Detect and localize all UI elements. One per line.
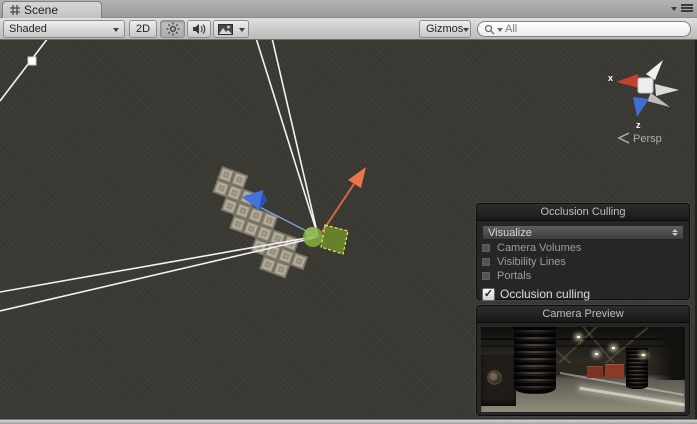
axis-cone-gray-icon[interactable] xyxy=(647,93,670,107)
preview-right-wall xyxy=(652,327,685,380)
projection-mode-label[interactable]: Persp xyxy=(633,133,662,145)
chevron-down-icon xyxy=(463,27,470,35)
gizmos-dropdown[interactable]: Gizmos xyxy=(419,20,471,38)
search-input[interactable]: All xyxy=(477,21,691,37)
preview-light xyxy=(576,336,580,339)
visualize-label: Visualize xyxy=(488,226,532,239)
level-geometry[interactable] xyxy=(188,166,344,304)
viz-item-visibility-lines[interactable]: Visibility Lines xyxy=(482,255,684,268)
preview-crate xyxy=(587,366,604,378)
axis-x-label: x xyxy=(608,73,613,83)
chevron-down-icon xyxy=(239,27,245,35)
preview-light xyxy=(642,354,646,357)
popup-arrows-icon xyxy=(672,229,678,236)
frustum-handle-square[interactable] xyxy=(27,56,37,66)
hamburger-icon xyxy=(681,4,693,14)
chevron-down-icon xyxy=(113,27,119,35)
camera-preview-panel: Camera Preview xyxy=(476,305,690,416)
axis-cone-z-icon[interactable] xyxy=(633,97,649,117)
shading-mode-label: Shaded xyxy=(9,23,47,35)
scene-toolbar: Shaded 2D Gizmos All xyxy=(0,18,697,40)
viz-item-label: Portals xyxy=(497,269,532,282)
gizmos-label: Gizmos xyxy=(426,23,464,35)
effects-toggle-button[interactable] xyxy=(213,20,237,38)
viz-item-camera-volumes[interactable]: Camera Volumes xyxy=(482,241,684,254)
sun-icon xyxy=(166,22,179,36)
move-gizmo-arrow-icon[interactable] xyxy=(348,167,366,188)
panel-menu-icon[interactable] xyxy=(671,3,693,15)
axis-cone-x-icon[interactable] xyxy=(616,74,639,88)
visualize-dropdown[interactable]: Visualize xyxy=(482,225,684,240)
search-icon xyxy=(484,24,495,34)
2d-label: 2D xyxy=(135,23,151,35)
preview-light xyxy=(595,352,599,355)
tab-scene[interactable]: Scene xyxy=(2,1,102,18)
effects-dropdown-button[interactable] xyxy=(236,20,249,38)
camera-preview-image xyxy=(481,327,685,412)
search-value: All xyxy=(505,23,518,35)
axis-cube-icon[interactable] xyxy=(637,77,654,94)
lighting-toggle-button[interactable] xyxy=(160,20,185,38)
preview-light xyxy=(611,346,615,349)
persp-chevron-icon xyxy=(617,132,630,144)
viz-item-label: Camera Volumes xyxy=(497,241,582,254)
chevron-down-icon xyxy=(671,7,677,14)
tab-strip: Scene xyxy=(0,0,697,18)
axis-cone-right-icon[interactable] xyxy=(655,84,679,96)
camera-volumes-swatch[interactable] xyxy=(482,243,490,252)
checkbox-checked-icon[interactable]: ✓ xyxy=(482,287,495,301)
preview-hatch xyxy=(487,369,503,385)
visibility-lines-swatch[interactable] xyxy=(482,257,490,266)
axis-cone-up-icon[interactable] xyxy=(646,60,663,80)
scene-grid-icon xyxy=(10,5,20,15)
audio-toggle-button[interactable] xyxy=(187,20,211,38)
search-filter-chevron-icon[interactable] xyxy=(497,27,503,35)
2d-toggle-button[interactable]: 2D xyxy=(129,20,157,38)
occlusion-culling-toggle[interactable]: ✓ Occlusion culling xyxy=(482,287,684,301)
viz-item-label: Visibility Lines xyxy=(497,255,566,268)
preview-crate xyxy=(605,364,624,378)
speaker-icon xyxy=(193,24,206,34)
tab-title: Scene xyxy=(24,3,59,17)
scene-viewport[interactable]: x z Persp Occlusion Culling Visualize Ca… xyxy=(0,40,697,419)
camera-preview-title: Camera Preview xyxy=(477,306,689,323)
portals-swatch[interactable] xyxy=(482,271,490,280)
viz-item-portals[interactable]: Portals xyxy=(482,269,684,282)
occlusion-culling-panel: Occlusion Culling Visualize Camera Volum… xyxy=(476,203,690,301)
image-icon xyxy=(217,23,233,35)
occlusion-panel-title: Occlusion Culling xyxy=(477,204,689,221)
window-bottom-edge xyxy=(0,419,697,424)
occlusion-toggle-label: Occlusion culling xyxy=(500,287,591,301)
axis-z-label: z xyxy=(636,120,641,130)
axis-orientation-gizmo[interactable]: x z Persp xyxy=(608,60,679,145)
shading-mode-dropdown[interactable]: Shaded xyxy=(3,20,125,38)
preview-left-tank xyxy=(513,327,557,395)
